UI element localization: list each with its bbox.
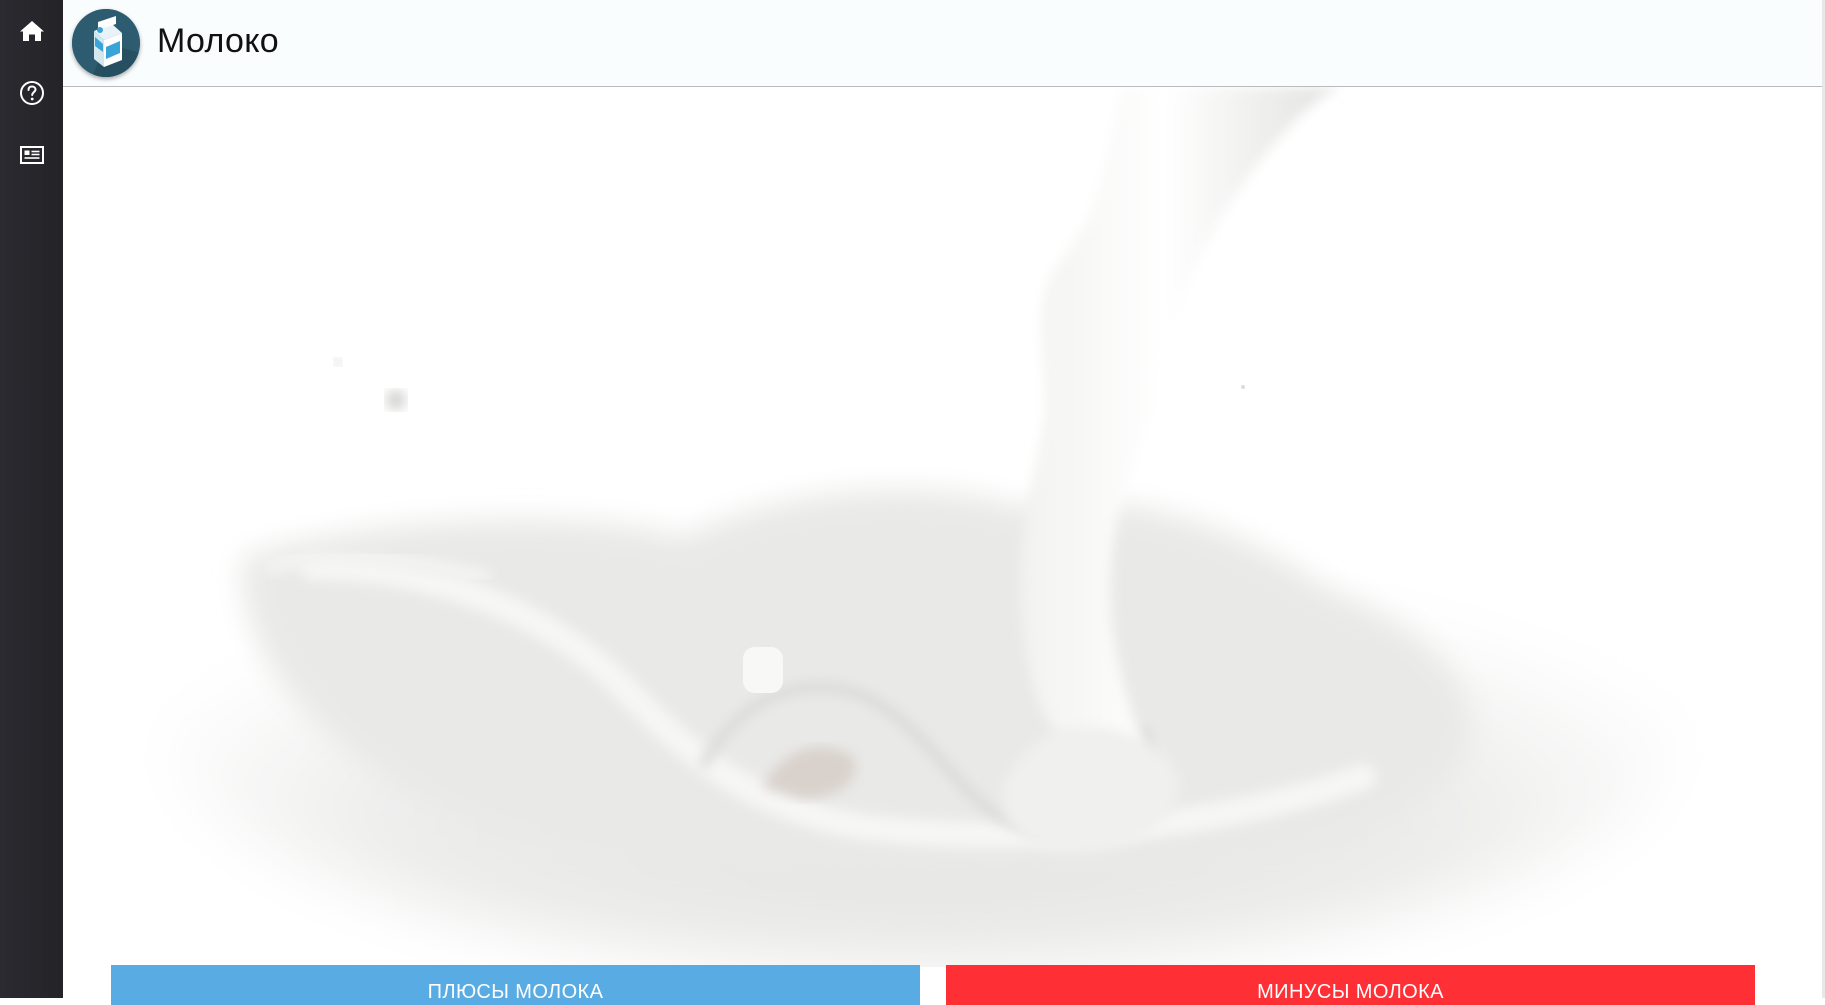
home-icon: [19, 21, 44, 41]
app-header: Молоко: [63, 0, 1825, 87]
sidebar-item-help[interactable]: [0, 68, 63, 118]
news-icon: [19, 146, 44, 164]
help-icon: [19, 81, 44, 105]
sidebar-item-news[interactable]: [0, 130, 63, 180]
sidebar-item-home[interactable]: [0, 6, 63, 56]
milk-pros-button[interactable]: ПЛЮСЫ МОЛОКА: [111, 965, 920, 1005]
milk-carton-logo: [72, 9, 140, 77]
sidebar: [0, 0, 63, 998]
main-content: [63, 87, 1825, 998]
milk-cons-button[interactable]: МИНУСЫ МОЛОКА: [946, 965, 1755, 1005]
app-title: Молоко: [157, 22, 279, 60]
milk-splash-image: [63, 87, 1825, 967]
